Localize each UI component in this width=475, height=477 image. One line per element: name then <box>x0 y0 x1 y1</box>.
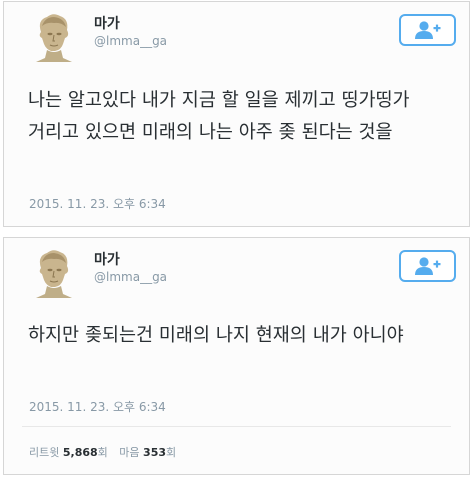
tweet-timestamp[interactable]: 2015. 11. 23. 오후 6:34 <box>29 398 166 415</box>
likes-unit: 회 <box>166 446 177 459</box>
retweets-unit: 회 <box>97 446 108 459</box>
tweet-text: 하지만 좆되는건 미래의 나지 현재의 내가 아니야 <box>28 325 404 346</box>
follow-button[interactable] <box>399 14 456 46</box>
author-name[interactable]: 마가 <box>94 13 120 33</box>
author-name[interactable]: 마가 <box>94 249 120 269</box>
marble-bust-avatar-icon <box>27 10 79 62</box>
likes-count[interactable]: 353 <box>143 446 166 459</box>
tweet-text: 나는 알고있다 내가 지금 할 일을 제끼고 띵가띵가 거리고 있으면 미래의 … <box>28 90 410 143</box>
retweets-count[interactable]: 5,868 <box>63 446 98 459</box>
author-handle[interactable]: @lmma__ga <box>94 34 167 48</box>
author-handle[interactable]: @lmma__ga <box>94 270 167 284</box>
tweet-card: 마가 @lmma__ga 하지만 좆되는건 미래의 나지 현재의 내가 아니야 … <box>3 237 470 475</box>
tweet-card: 마가 @lmma__ga 나는 알고있다 내가 지금 할 일을 제끼고 띵가띵가… <box>3 1 470 227</box>
divider <box>22 426 451 427</box>
add-user-icon <box>414 257 440 275</box>
retweets-label[interactable]: 리트윗 <box>29 446 59 459</box>
follow-button[interactable] <box>399 250 456 282</box>
likes-label[interactable]: 마음 <box>119 446 139 459</box>
marble-bust-avatar-icon <box>27 246 79 298</box>
avatar[interactable] <box>27 10 79 62</box>
avatar[interactable] <box>27 246 79 298</box>
add-user-icon <box>414 21 440 39</box>
tweet-timestamp[interactable]: 2015. 11. 23. 오후 6:34 <box>29 195 166 212</box>
tweet-stats: 리트윗 5,868회 마음 353회 <box>29 444 176 460</box>
